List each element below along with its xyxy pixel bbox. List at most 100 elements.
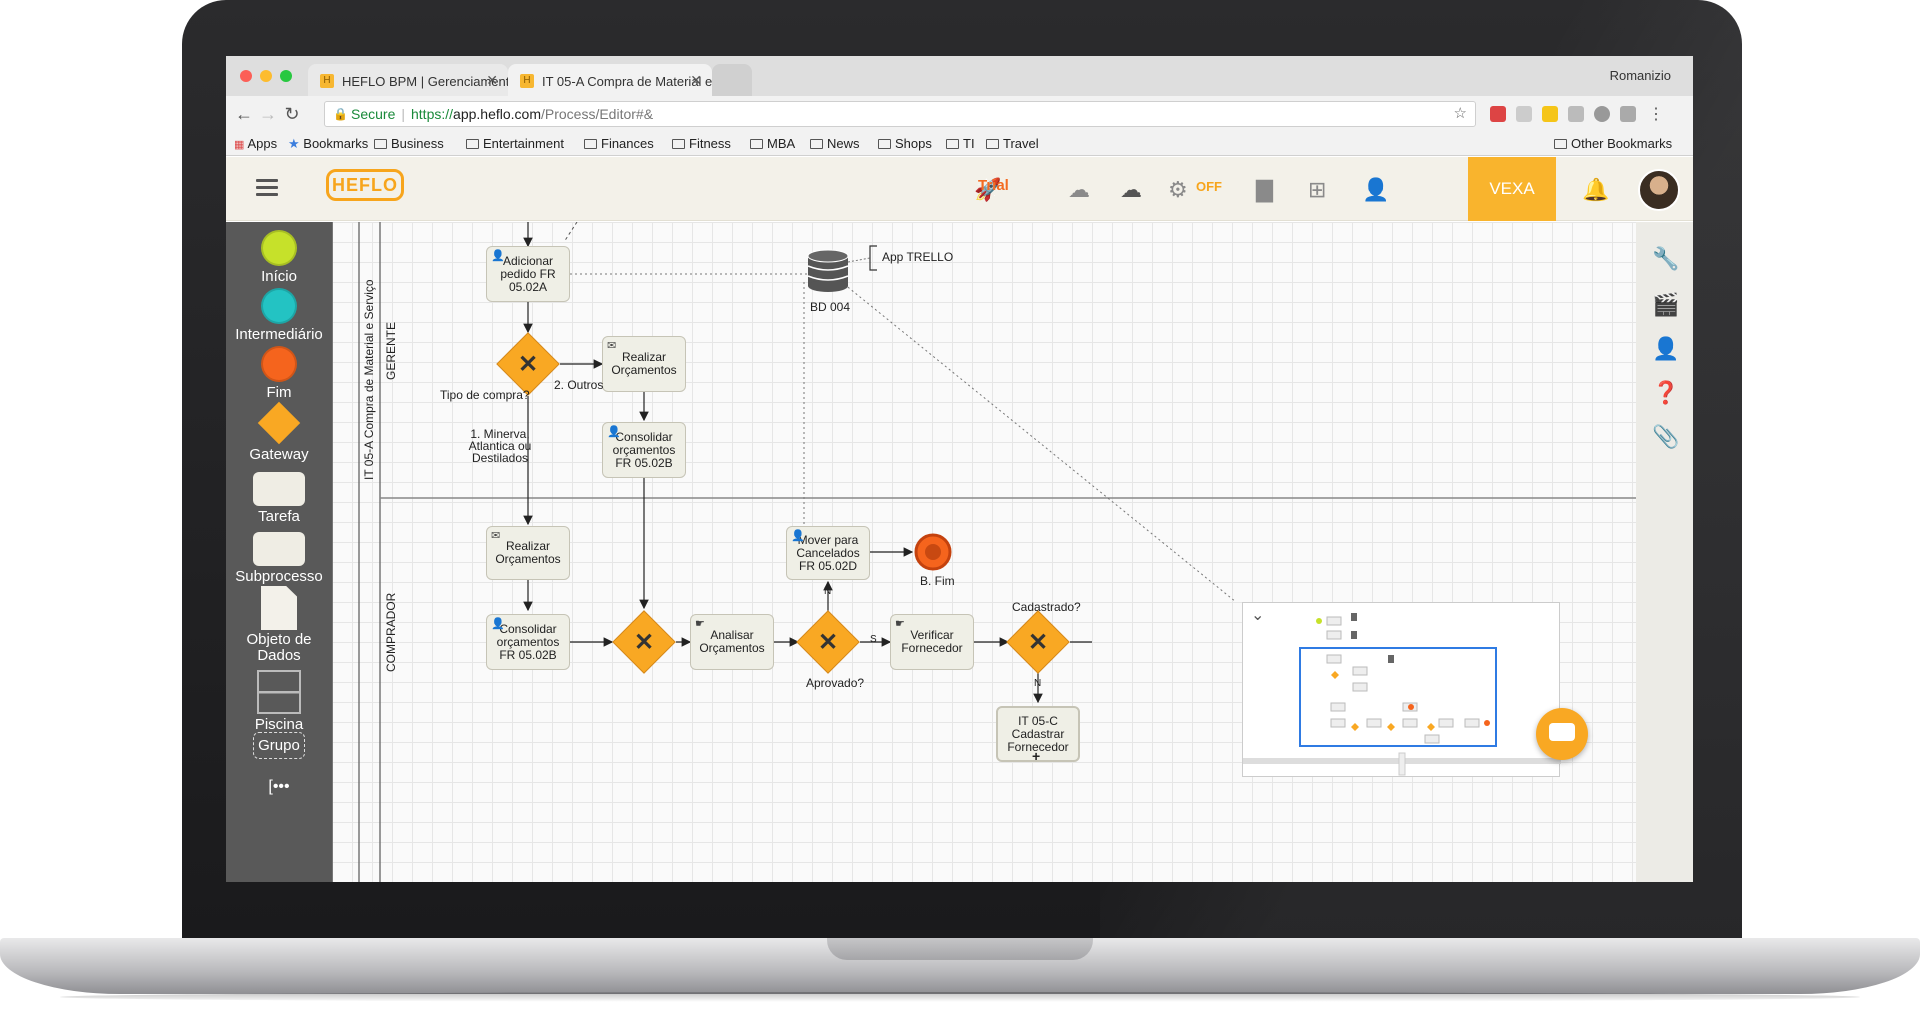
palette-annotation[interactable]: [••• [226, 778, 332, 796]
bookmark-mba[interactable]: MBA [750, 136, 795, 151]
trial-button[interactable]: Trial [978, 177, 1009, 194]
folder-icon [946, 139, 959, 149]
user-avatar[interactable] [1638, 169, 1680, 211]
palette-task[interactable]: Tarefa [226, 472, 332, 525]
secure-label: Secure [351, 106, 396, 122]
minimize-window-button[interactable] [260, 70, 272, 82]
task-quotes-manager[interactable]: ✉ Realizar Orçamentos [602, 336, 686, 392]
gateway-purchase-type: ✕ [496, 332, 560, 396]
browser-tab-1[interactable]: H HEFLO BPM | Gerenciamento d ✕ [308, 64, 508, 96]
browser-tab-2[interactable]: H IT 05-A Compra de Material e ✕ [508, 64, 712, 96]
bookmark-ti[interactable]: TI [946, 136, 975, 151]
forward-arrow-icon[interactable]: → [258, 104, 278, 125]
palette-group[interactable]: Grupo [226, 732, 332, 759]
task-quotes-buyer[interactable]: ✉ Realizar Orçamentos [486, 526, 570, 580]
user-task-icon: 👤 [607, 426, 621, 438]
cloud-icon[interactable]: ☁ [1068, 177, 1090, 203]
palette-gateway[interactable]: Gateway [226, 401, 332, 463]
browser-menu-icon[interactable]: ⋮ [1646, 104, 1666, 124]
bookmark-apps[interactable]: ▦ Apps [234, 136, 277, 151]
extension-image-icon[interactable] [1568, 106, 1584, 122]
gateway-registered: ✕ [1006, 610, 1070, 674]
hamburger-menu-icon[interactable] [256, 179, 278, 197]
clapperboard-icon[interactable]: 🎬 [1652, 292, 1679, 318]
bookmark-business[interactable]: Business [374, 136, 444, 151]
bpmn-palette: Início Intermediário Fim Gateway Tarefa … [226, 222, 332, 882]
back-arrow-icon[interactable]: ← [234, 104, 254, 125]
url-path: /Process/Editor#& [540, 106, 654, 122]
browser-profile-name[interactable]: Romanizio [1610, 68, 1671, 83]
bookmark-bookmarks[interactable]: ★ Bookmarks [288, 136, 368, 152]
task-rect-icon [253, 472, 305, 506]
user-task-icon: 👤 [791, 530, 805, 542]
add-user-icon[interactable]: 👤 [1362, 177, 1389, 203]
close-tab-icon[interactable]: ✕ [690, 72, 702, 89]
address-bar[interactable]: 🔒 Secure | https://app.heflo.com/Process/E… [324, 101, 1476, 127]
task-analyze-quotes[interactable]: ☛ Analisar Orçamentos [690, 614, 774, 670]
expand-plus-icon[interactable]: + [1032, 748, 1040, 764]
cloud-download-icon[interactable]: ☁ [1120, 177, 1142, 203]
close-window-button[interactable] [240, 70, 252, 82]
bookmark-news[interactable]: News [810, 136, 860, 151]
wrench-icon[interactable]: 🔧 [1652, 246, 1679, 272]
bookmark-finances[interactable]: Finances [584, 136, 654, 151]
close-tab-icon[interactable]: ✕ [486, 72, 498, 89]
folder-icon [878, 139, 891, 149]
process-canvas[interactable]: ✕ ✕ ✕ ✕ 👤 Adicionar pedido FR 05.02A ✉ R… [332, 222, 1636, 882]
new-tab-button[interactable] [712, 64, 752, 96]
extension-calendar-icon[interactable] [1490, 106, 1506, 122]
folder-icon [750, 139, 763, 149]
bookmark-fitness[interactable]: Fitness [672, 136, 731, 151]
gears-icon[interactable]: ⚙ [1168, 177, 1188, 203]
extension-sticky-icon[interactable] [1542, 106, 1558, 122]
bookmark-travel[interactable]: Travel [986, 136, 1039, 151]
extension-gray-icon[interactable] [1516, 106, 1532, 122]
extension-chat-icon[interactable] [1620, 106, 1636, 122]
bookmark-entertainment[interactable]: Entertainment [466, 136, 564, 151]
pool-label: IT 05-A Compra de Material e Serviço [362, 279, 376, 480]
label-registered: Cadastrado? [1012, 600, 1081, 614]
bookmark-star-icon[interactable]: ☆ [1454, 102, 1467, 126]
palette-end-event[interactable]: Fim [226, 346, 332, 401]
palette-pool[interactable]: Piscina [226, 670, 332, 733]
palette-label: Fim [266, 384, 292, 401]
paperclip-icon[interactable]: 📎 [1652, 424, 1679, 450]
user-task-icon: 👤 [491, 250, 505, 262]
folder-open-icon[interactable]: ▇ [1256, 177, 1273, 203]
lane-label-buyer: COMPRADOR [384, 592, 398, 672]
app-header: HEFLO 🚀 Trial ☁ ☁ ⚙ OFF ▇ ⊞ 👤 VEXA 🔔 [226, 157, 1693, 221]
bookmarks-bar: ▦ Apps ★ Bookmarks Business Entertainmen… [226, 132, 1693, 156]
palette-intermediate-event[interactable]: Intermediário [226, 288, 332, 343]
task-consolidate-manager[interactable]: 👤 Consolidar orçamentos FR 05.02B [602, 422, 686, 478]
url-host: app.heflo.com [453, 106, 541, 122]
bookmark-shops[interactable]: Shops [878, 136, 932, 151]
laptop-notch [827, 938, 1093, 960]
add-square-icon[interactable]: ⊞ [1308, 177, 1326, 203]
heflo-favicon-icon: H [320, 74, 334, 88]
task-verify-supplier[interactable]: ☛ Verificar Fornecedor [890, 614, 974, 670]
palette-data-object[interactable]: Objeto de Dados [226, 586, 332, 664]
chat-support-button[interactable] [1536, 708, 1588, 760]
heflo-logo[interactable]: HEFLO [326, 169, 404, 201]
label-no-1: N [824, 586, 832, 597]
pool-icon [257, 670, 301, 714]
automation-off-toggle[interactable]: OFF [1196, 179, 1222, 194]
folder-icon [374, 139, 387, 149]
envelope-icon: ✉ [491, 530, 501, 542]
browser-toolbar: ← → ↻ 🔒 Secure | https://app.heflo.com/Pro… [226, 96, 1693, 132]
maximize-window-button[interactable] [280, 70, 292, 82]
bookmark-other[interactable]: Other Bookmarks [1554, 136, 1672, 151]
reload-icon[interactable]: ↻ [282, 104, 302, 125]
workspace-button[interactable]: VEXA [1468, 157, 1556, 221]
task-add-order[interactable]: 👤 Adicionar pedido FR 05.02A [486, 246, 570, 302]
task-consolidate-buyer[interactable]: 👤 Consolidar orçamentos FR 05.02B [486, 614, 570, 670]
folder-icon [584, 139, 597, 149]
palette-start-event[interactable]: Início [226, 230, 332, 285]
user-stamp-icon[interactable]: 👤 [1652, 336, 1679, 362]
task-move-cancelled[interactable]: 👤 Mover para Cancelados FR 05.02D [786, 526, 870, 580]
palette-subprocess[interactable]: Subprocesso [226, 532, 332, 585]
extension-circle-icon[interactable] [1594, 106, 1610, 122]
minimap-panel[interactable]: ⌄ [1242, 602, 1561, 777]
notification-bell-icon[interactable]: 🔔 [1582, 177, 1609, 203]
help-document-icon[interactable]: ❓ [1652, 380, 1679, 406]
